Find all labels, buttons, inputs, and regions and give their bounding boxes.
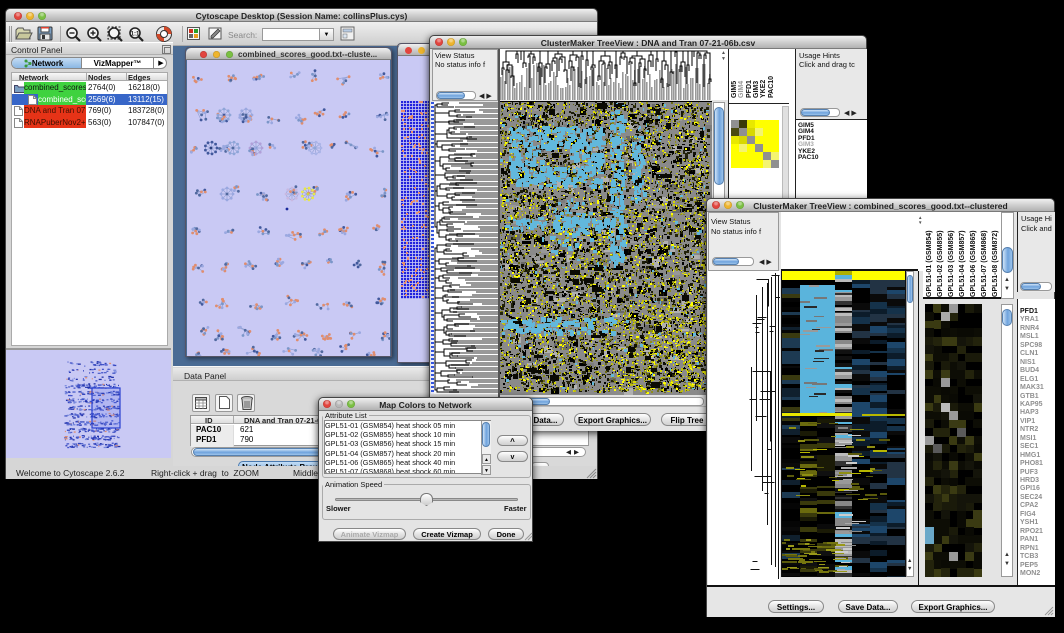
svg-text:1:1: 1:1 <box>131 32 140 38</box>
